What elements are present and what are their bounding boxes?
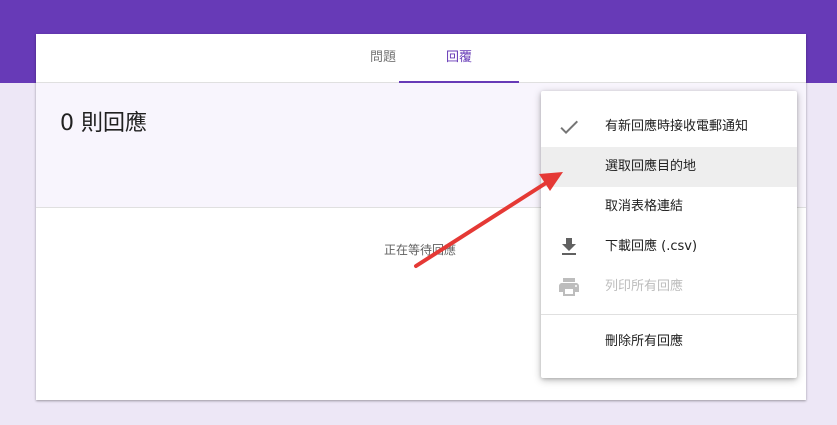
tab-responses[interactable]: 回覆 [399,34,519,83]
menu-divider [541,314,797,315]
menu-item-label: 選取回應目的地 [605,159,697,174]
menu-item-label: 列印所有回應 [605,279,684,294]
menu-item-label: 有新回應時接收電郵通知 [605,119,749,134]
check-icon [557,115,581,139]
menu-item-label: 刪除所有回應 [605,334,684,349]
menu-item-download-csv[interactable]: 下載回應 (.csv) [541,227,797,267]
download-icon [557,235,581,259]
responses-options-menu: 有新回應時接收電郵通知 選取回應目的地 取消表格連結 下載回應 (.csv) 列… [541,91,797,378]
menu-item-unlink-form[interactable]: 取消表格連結 [541,187,797,227]
menu-item-label: 取消表格連結 [605,199,684,214]
print-icon [557,275,581,299]
response-count: 0 則回應 [60,111,147,136]
menu-item-delete-all[interactable]: 刪除所有回應 [541,322,797,362]
menu-item-select-destination[interactable]: 選取回應目的地 [541,147,797,187]
tab-bar: 問題 回覆 [36,34,806,83]
waiting-for-responses-text: 正在等待回應 [384,243,457,257]
menu-item-label: 下載回應 (.csv) [605,239,698,254]
tab-responses-label: 回覆 [445,50,472,65]
menu-item-email-notifications[interactable]: 有新回應時接收電郵通知 [541,107,797,147]
menu-item-print-all: 列印所有回應 [541,267,797,307]
